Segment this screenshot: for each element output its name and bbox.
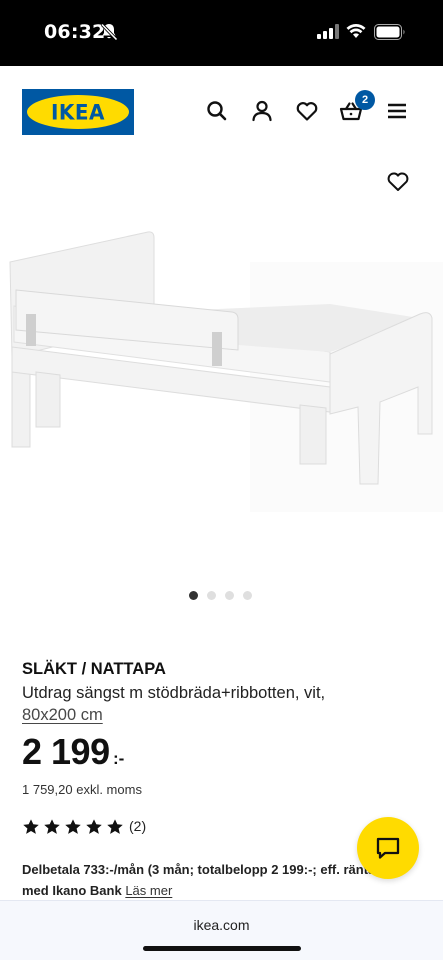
rating-count[interactable]: (2) (129, 818, 146, 834)
star-icon (86, 819, 102, 834)
carousel-dot[interactable] (243, 591, 252, 600)
logo-oval: IKEA (27, 95, 129, 129)
carousel-dot[interactable] (189, 591, 198, 600)
price-suffix: :- (113, 749, 125, 768)
star-icon (44, 819, 60, 834)
star-icon (23, 819, 39, 834)
search-icon[interactable] (204, 98, 230, 124)
finance-text: Delbetala 733:-/mån (3 mån; totalbelopp … (22, 862, 402, 898)
product-size-link[interactable]: 80x200 cm (22, 706, 103, 725)
url-text[interactable]: ikea.com (0, 917, 443, 933)
bell-slash-icon (100, 23, 118, 41)
finance-info: Delbetala 733:-/mån (3 mån; totalbelopp … (22, 859, 412, 901)
battery-icon (374, 24, 405, 40)
user-icon[interactable] (249, 98, 275, 124)
product-name: SLÄKT / NATTAPA (22, 660, 166, 678)
wifi-icon (346, 23, 366, 38)
chat-button[interactable] (357, 817, 419, 879)
status-bar: 06:32 (0, 0, 443, 66)
cart-count-badge: 2 (355, 90, 375, 110)
read-more-link[interactable]: Läs mer (125, 883, 172, 898)
ikea-logo[interactable]: IKEA (22, 89, 134, 135)
bed-product-image (9, 231, 443, 512)
browser-url-bar[interactable]: ikea.com (0, 900, 443, 960)
logo-text: IKEA (50, 99, 106, 125)
rating-stars[interactable] (22, 818, 124, 836)
status-time: 06:32 (44, 21, 106, 43)
product-description: Utdrag sängst m stödbräda+ribbotten, vit… (22, 684, 326, 702)
site-header: IKEA 2 (0, 66, 443, 156)
carousel-dot[interactable] (207, 591, 216, 600)
heart-icon[interactable] (294, 98, 320, 124)
star-icon (65, 819, 81, 834)
product-price: 2 199 (22, 731, 110, 772)
star-icon (107, 819, 123, 834)
favorite-heart-icon[interactable] (386, 170, 410, 192)
price-excl-vat: 1 759,20 exkl. moms (22, 782, 142, 797)
chat-icon (376, 837, 400, 859)
home-indicator[interactable] (143, 946, 301, 951)
cellular-signal-icon (317, 24, 339, 39)
carousel-dot[interactable] (225, 591, 234, 600)
menu-icon[interactable] (384, 98, 410, 124)
carousel-indicator (0, 591, 443, 601)
